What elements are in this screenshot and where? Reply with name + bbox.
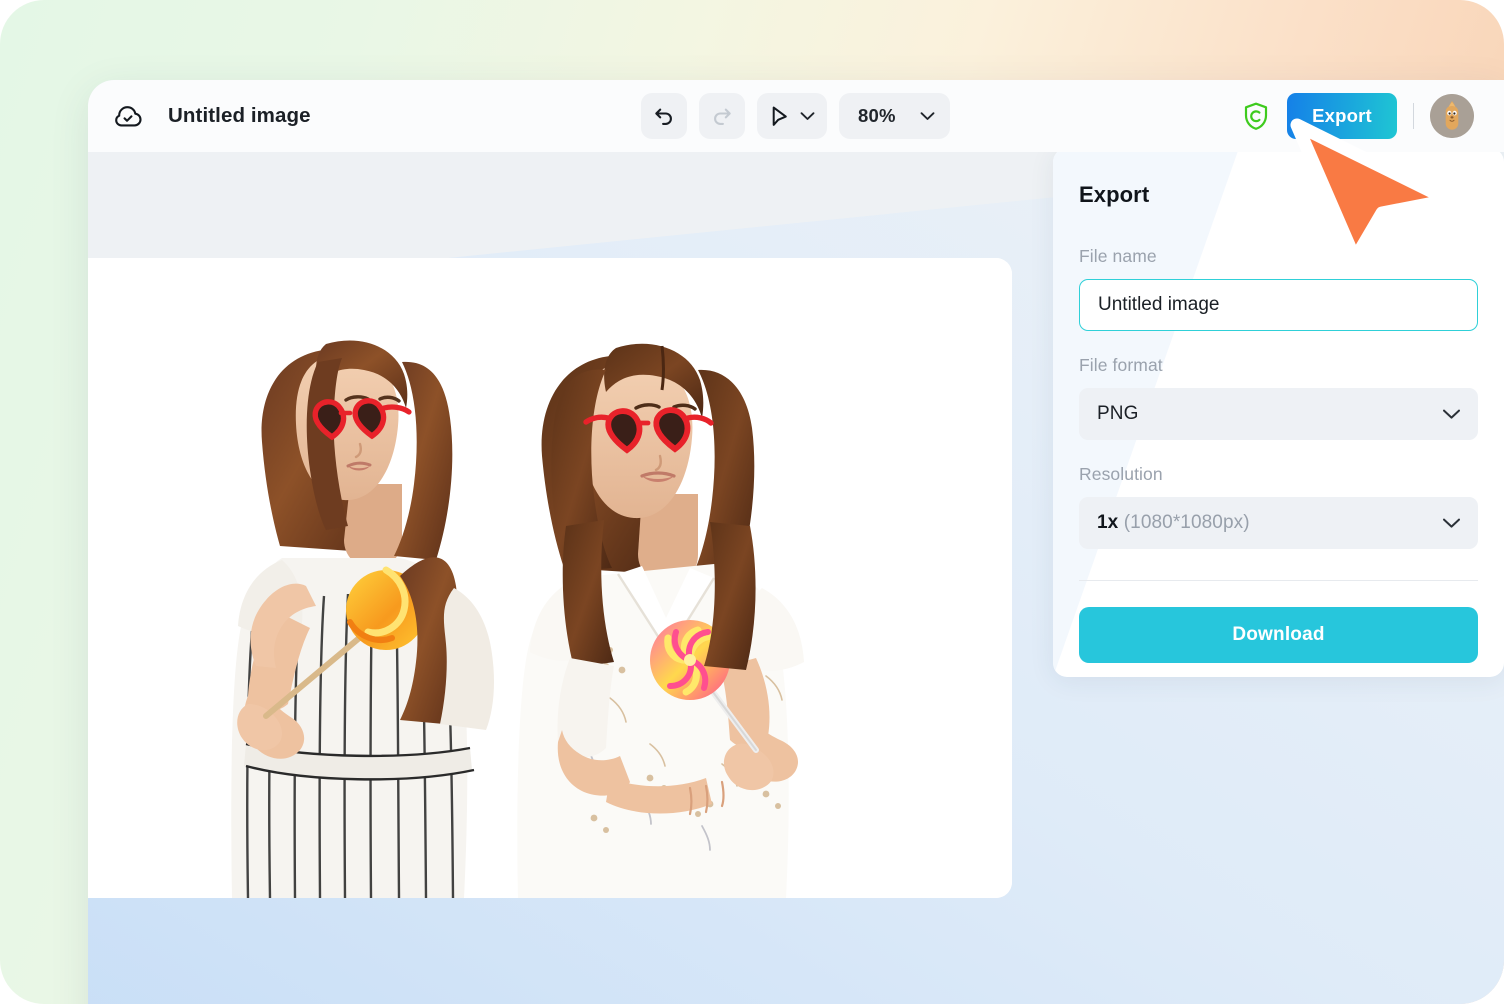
security-shield-button[interactable] xyxy=(1241,100,1271,132)
panel-divider xyxy=(1079,580,1478,581)
resolution-unit: 1x xyxy=(1097,512,1119,533)
canvas-photo xyxy=(88,258,1012,898)
file-format-value: PNG xyxy=(1097,403,1139,424)
redo-button[interactable] xyxy=(699,93,745,139)
file-name-label: File name xyxy=(1079,246,1157,266)
resolution-select[interactable]: 1x (1080*1080px) xyxy=(1079,497,1478,549)
resolution-label: Resolution xyxy=(1079,464,1163,484)
app-window: Untitled image 80% Export Export File na… xyxy=(88,80,1504,1004)
file-format-label: File format xyxy=(1079,355,1163,375)
chevron-down-icon xyxy=(1443,518,1460,528)
chevron-down-icon xyxy=(1443,409,1460,419)
zoom-level-button[interactable]: 80% xyxy=(839,93,950,139)
shield-c-icon xyxy=(1244,102,1268,130)
cursor-arrow-icon xyxy=(772,106,787,126)
cursor-tool-button[interactable] xyxy=(757,93,827,139)
export-button[interactable]: Export xyxy=(1287,93,1397,139)
file-format-select[interactable]: PNG xyxy=(1079,388,1478,440)
header-divider xyxy=(1413,103,1414,129)
download-button[interactable]: Download xyxy=(1079,607,1478,663)
header-left-group: Untitled image xyxy=(88,98,418,134)
document-title: Untitled image xyxy=(168,104,311,127)
undo-button[interactable] xyxy=(641,93,687,139)
export-panel: Export File name File format PNG Resolut… xyxy=(1053,148,1504,677)
zoom-level-value: 80% xyxy=(858,105,896,126)
header-toolbar: 80% xyxy=(641,93,950,139)
resolution-value: 1x (1080*1080px) xyxy=(1097,512,1250,534)
file-name-input[interactable] xyxy=(1079,279,1478,331)
promo-page: Untitled image 80% Export Export File na… xyxy=(0,0,1504,1004)
redo-icon xyxy=(714,108,731,125)
cloud-check-icon[interactable] xyxy=(110,98,146,134)
undo-icon xyxy=(655,108,672,125)
user-avatar[interactable] xyxy=(1430,94,1474,138)
export-panel-title: Export xyxy=(1079,182,1150,207)
header-right-group: Export xyxy=(1241,93,1474,139)
app-header: Untitled image 80% Export xyxy=(88,80,1504,152)
resolution-dimensions: (1080*1080px) xyxy=(1118,512,1250,533)
chevron-down-icon xyxy=(800,112,815,120)
canvas-card[interactable] xyxy=(88,258,1012,898)
cloud-check-glyph xyxy=(114,105,142,126)
chevron-down-icon xyxy=(920,112,935,120)
